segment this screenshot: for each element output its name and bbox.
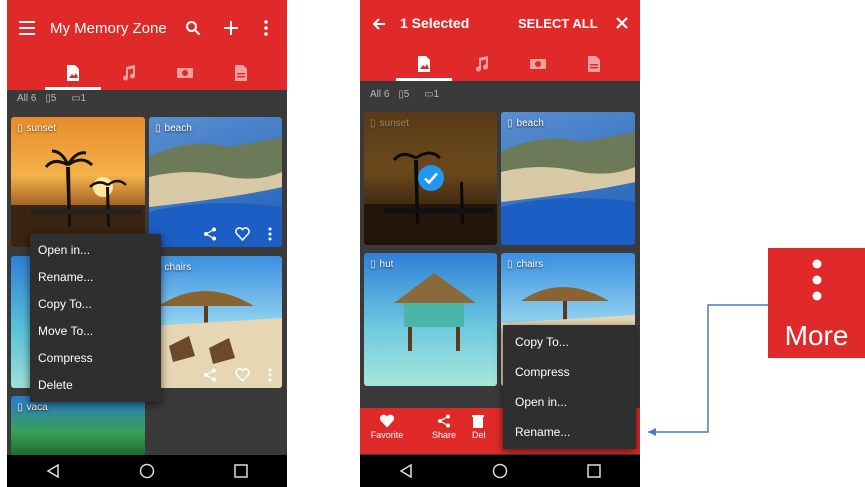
overflow-menu-icon <box>812 259 822 301</box>
more-callout: More <box>768 248 865 358</box>
callout-connector-arrow <box>648 304 768 436</box>
more-callout-label: More <box>784 320 849 351</box>
